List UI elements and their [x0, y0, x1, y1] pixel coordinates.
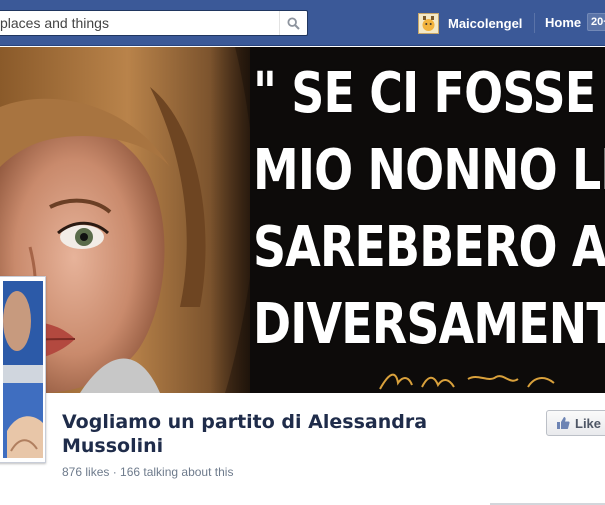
home-link[interactable]: Home — [545, 15, 581, 30]
quote-line: DIVERSAMENT — [253, 292, 605, 357]
profile-link[interactable]: Maicolengel — [418, 12, 522, 34]
like-label: Like — [575, 415, 602, 431]
quote-line: SAREBBERO AN — [253, 215, 605, 280]
quote-line: " SE CI FOSSE ST — [253, 61, 605, 126]
cover-photo[interactable]: " SE CI FOSSE ST MIO NONNO LE SAREBBERO … — [0, 47, 605, 393]
profile-picture-image — [3, 281, 43, 458]
page-profile-picture[interactable] — [0, 276, 46, 463]
page-title: Vogliamo un partito di Alessandra Mussol… — [62, 411, 428, 457]
cover-quote-text: " SE CI FOSSE ST MIO NONNO LE SAREBBERO … — [253, 55, 605, 363]
search-box — [0, 10, 308, 36]
quote-line: MIO NONNO LE — [253, 138, 605, 203]
notification-badge[interactable]: 20+ — [587, 13, 605, 31]
top-navigation-bar: Maicolengel Home 20+ — [0, 0, 605, 46]
like-button[interactable]: Like — [546, 410, 605, 436]
search-input[interactable] — [0, 11, 278, 35]
page-stats: 876 likes · 166 talking about this — [62, 465, 234, 479]
search-icon — [287, 16, 300, 30]
cover-signature — [379, 373, 555, 390]
thumbs-up-icon — [557, 417, 570, 429]
avatar — [418, 12, 439, 34]
search-button[interactable] — [279, 11, 307, 35]
nav-divider — [534, 13, 535, 33]
profile-name: Maicolengel — [448, 15, 523, 31]
